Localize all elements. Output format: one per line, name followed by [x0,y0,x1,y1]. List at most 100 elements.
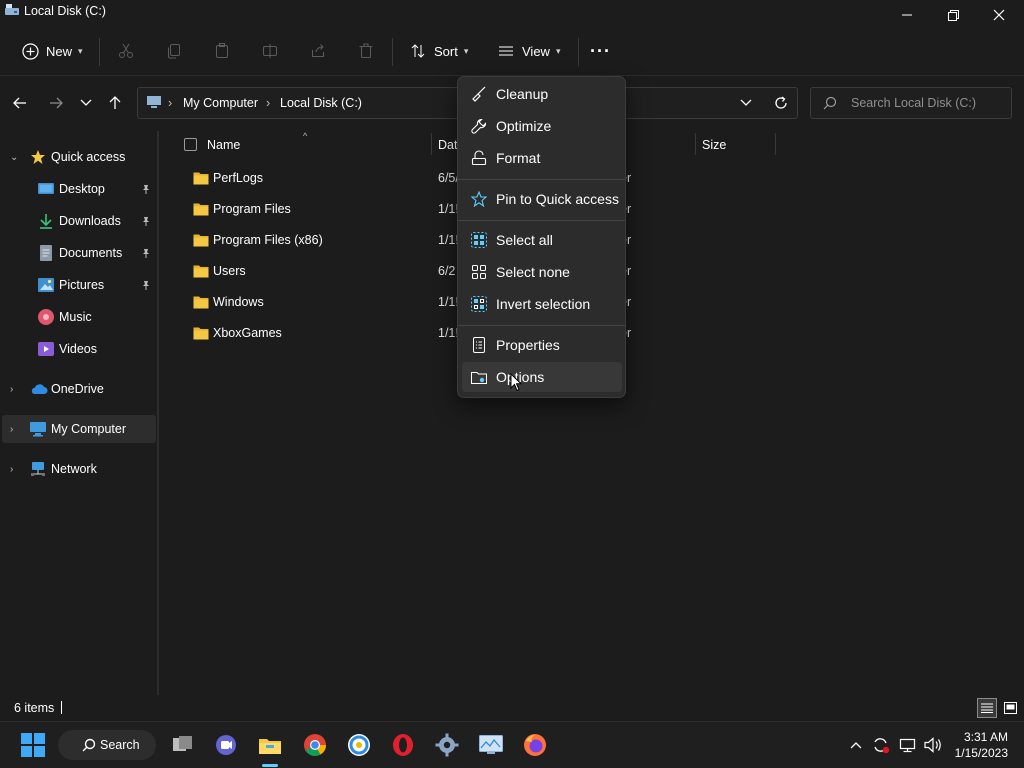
more-options-button[interactable]: ··· [590,38,611,64]
document-icon [38,245,54,261]
select-all-checkbox[interactable] [184,138,197,151]
chevron-right-icon[interactable]: › [10,424,13,435]
sidebar-item-my-computer[interactable]: › My Computer [2,415,156,443]
sort-label: Sort [434,43,458,59]
browser-button[interactable] [344,730,374,760]
breadcrumb-separator-icon: › [168,96,173,110]
sidebar-item-videos[interactable]: Videos [2,335,156,363]
file-name: XboxGames [213,326,282,340]
star-outline-icon [471,191,487,207]
menu-item-select-none[interactable]: Select none [462,257,622,287]
breadcrumb-local-disk[interactable]: Local Disk (C:) [280,96,362,110]
address-dropdown-icon[interactable] [740,99,752,107]
menu-item-pin-to-quick-access[interactable]: Pin to Quick access [462,184,622,214]
search-box[interactable]: Search Local Disk (C:) [810,87,1012,119]
trash-icon [356,41,376,61]
sidebar-item-pictures[interactable]: Pictures [2,271,156,299]
opera-button[interactable] [388,730,418,760]
scissors-icon [116,41,136,61]
pin-icon [141,280,151,290]
sidebar-item-music[interactable]: Music [2,303,156,331]
column-divider[interactable] [431,133,432,155]
paste-button[interactable] [212,38,232,64]
restore-button[interactable] [930,0,976,30]
sidebar-item-network[interactable]: › Network [2,455,156,483]
menu-item-format[interactable]: Format [462,143,622,173]
minimize-button[interactable] [884,0,930,30]
copy-button[interactable] [164,38,184,64]
select-none-icon [471,264,487,280]
tiles-view-button[interactable] [1000,698,1020,718]
clock-date[interactable]: 1/15/2023 [955,746,1008,760]
pin-icon [141,248,151,258]
menu-item-optimize[interactable]: Optimize [462,111,622,141]
view-button[interactable]: View ▾ [496,38,560,64]
chevron-right-icon[interactable]: › [10,384,13,395]
teams-chat-button[interactable] [211,730,241,760]
properties-icon [471,337,487,353]
column-divider[interactable] [775,133,776,155]
close-button[interactable] [976,0,1022,30]
taskbar-search-button[interactable]: Search [58,730,156,760]
chevron-up-icon [850,742,862,749]
opera-icon [393,734,413,756]
file-name: Windows [213,295,264,309]
firefox-button[interactable] [520,730,550,760]
chevron-right-icon[interactable]: › [10,464,13,475]
menu-item-select-all[interactable]: Select all [462,225,622,255]
tiles-view-icon [1003,702,1017,714]
sync-status-button[interactable] [869,730,893,760]
file-date: 6/5/ [438,171,459,185]
rename-button[interactable] [260,38,280,64]
menu-item-options[interactable]: Options [462,362,622,392]
task-view-button[interactable] [168,730,198,760]
start-button[interactable] [18,730,48,760]
menu-separator [458,179,625,180]
sidebar-item-onedrive[interactable]: › OneDrive [2,375,156,403]
column-header-size[interactable]: Size [702,138,726,152]
settings-button[interactable] [432,730,462,760]
menu-item-invert-selection[interactable]: Invert selection [462,289,622,319]
clipboard-icon [212,41,232,61]
breadcrumb-my-computer[interactable]: My Computer [183,96,258,110]
pin-icon [141,184,151,194]
share-button[interactable] [308,38,328,64]
chrome-button[interactable] [300,730,330,760]
column-header-date[interactable]: Dat [438,138,457,152]
recent-locations-button[interactable] [74,91,98,115]
file-date: 1/1! [438,326,459,340]
sidebar-item-quick-access[interactable]: ⌄ Quick access [2,143,156,171]
new-button[interactable]: New ▾ [20,38,83,64]
details-view-button[interactable] [977,698,997,718]
sidebar-item-label: Pictures [59,278,105,292]
refresh-icon[interactable] [773,95,789,111]
sidebar-item-documents[interactable]: Documents [2,239,156,267]
cut-button[interactable] [116,38,136,64]
sort-button[interactable]: Sort ▾ [408,38,468,64]
search-icon [823,96,837,110]
menu-item-properties[interactable]: Properties [462,330,622,360]
firefox-icon [524,734,546,756]
clock-time[interactable]: 3:31 AM [964,730,1008,744]
volume-button[interactable] [921,730,945,760]
file-explorer-taskbar-button[interactable] [255,730,285,760]
sidebar-item-downloads[interactable]: Downloads [2,207,156,235]
menu-item-cleanup[interactable]: Cleanup [462,79,622,109]
up-button[interactable] [103,91,127,115]
menu-item-label: Invert selection [496,296,591,312]
plus-circle-icon [20,41,40,61]
folder-icon [193,202,209,216]
pane-divider[interactable] [157,131,159,695]
photos-button[interactable] [476,730,506,760]
chevron-down-icon[interactable]: ⌄ [10,152,18,163]
title-bar: Local Disk (C:) [0,0,1024,30]
sidebar-item-desktop[interactable]: Desktop [2,175,156,203]
network-status-button[interactable] [896,730,920,760]
forward-button[interactable] [44,91,68,115]
back-button[interactable] [8,91,32,115]
show-hidden-icons-button[interactable] [844,730,868,760]
column-divider[interactable] [695,133,696,155]
breadcrumb-separator-icon: › [266,96,271,110]
delete-button[interactable] [356,38,376,64]
column-header-name[interactable]: Name [207,138,240,152]
